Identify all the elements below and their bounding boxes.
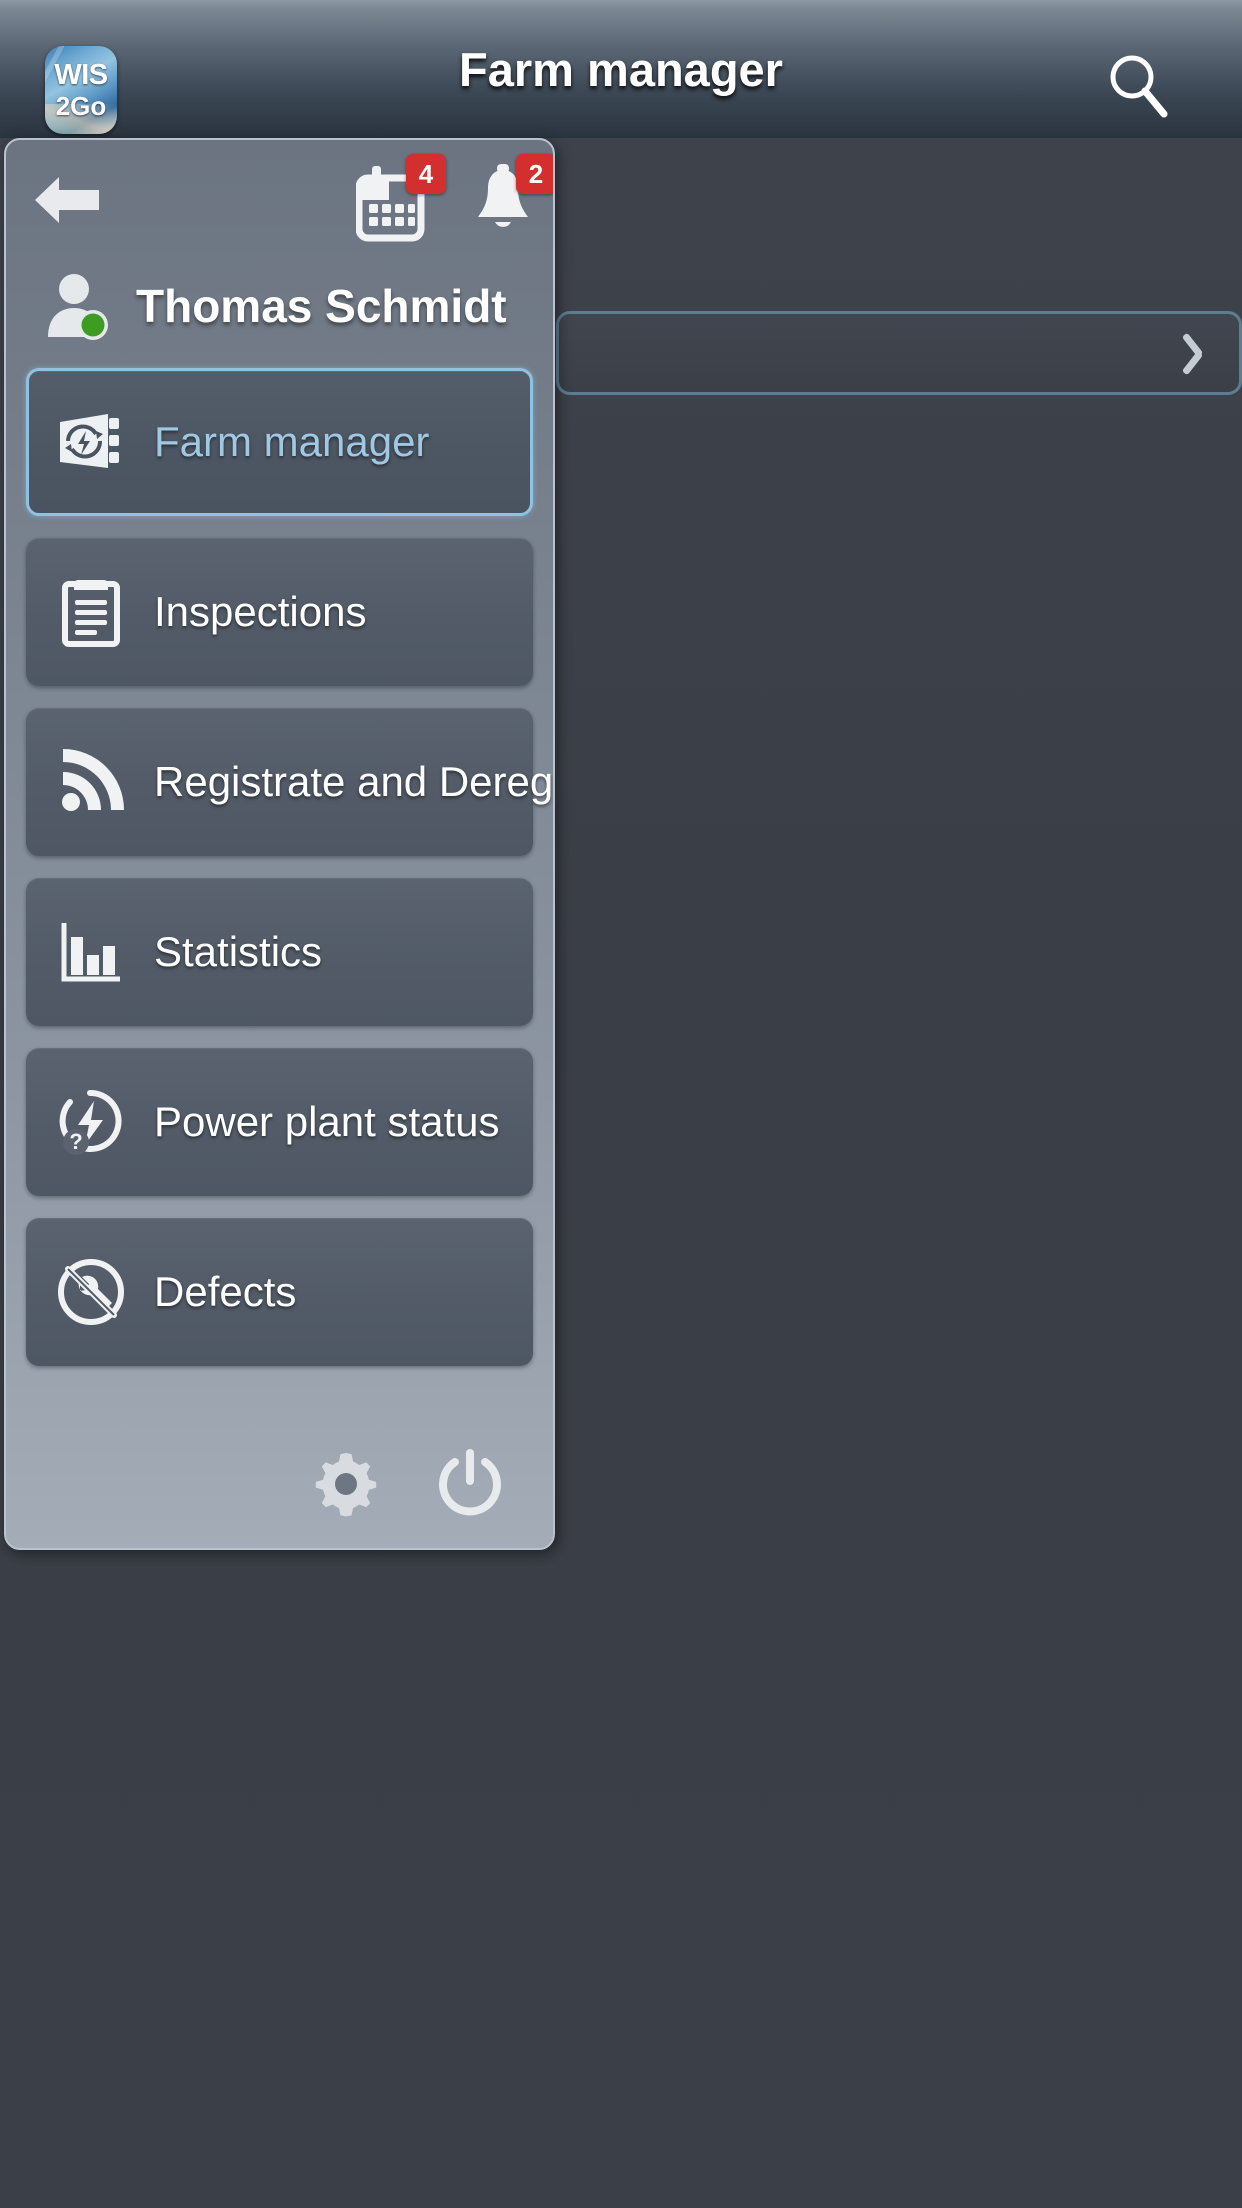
online-status-dot [81,313,105,337]
drawer-footer [6,1420,553,1548]
page-title: Farm manager [459,42,783,96]
power-icon [439,1449,501,1516]
farm-manager-icon [56,407,126,477]
content-list-row[interactable] [556,311,1242,395]
chevron-right-icon [1183,330,1209,376]
calendar-badge: 4 [406,154,446,194]
notifications-button[interactable]: 2 [468,154,553,240]
wrench-defect-icon [56,1257,126,1327]
search-icon [1110,55,1168,118]
power-plant-status-icon: ? [56,1087,126,1157]
sidebar-item-power-plant-status[interactable]: ? Power plant status [26,1048,533,1196]
logo-line-1: WIS [54,59,108,91]
user-profile-row[interactable]: Thomas Schmidt [6,258,553,354]
rss-signal-icon [56,747,126,817]
sidebar-item-farm-manager[interactable]: Farm manager [26,368,533,516]
clipboard-icon [56,577,126,647]
sidebar-item-label: Farm manager [154,418,430,465]
svg-text:?: ? [69,1129,82,1154]
sidebar-item-inspections[interactable]: Inspections [26,538,533,686]
notifications-badge: 2 [516,154,553,194]
app-header: WIS 2Go Farm manager [0,0,1242,138]
sidebar-item-statistics[interactable]: Statistics [26,878,533,1026]
sidebar-item-defects[interactable]: Defects [26,1218,533,1366]
back-button[interactable] [33,172,101,228]
logo-line-2: 2Go [55,91,107,121]
app-root: WIS 2Go Farm manager 4 2 Thomas Schmidt … [0,0,1242,2208]
bar-chart-icon [56,917,126,987]
user-avatar-icon [48,274,108,340]
avatar [44,271,114,341]
settings-button[interactable] [309,1447,383,1521]
drawer-menu: Farm manager Inspections Registrate and … [6,354,553,1366]
sidebar-item-registrate-deregistrate[interactable]: Registrate and Deregi... [26,708,553,856]
drawer-header: 4 2 [6,140,553,258]
search-button[interactable] [1096,44,1182,130]
sidebar-item-label: Inspections [154,588,367,635]
user-name: Thomas Schmidt [136,280,507,332]
calendar-button[interactable]: 4 [356,154,446,242]
sidebar-item-label: Power plant status [154,1098,500,1145]
sidebar-item-label: Registrate and Deregi... [154,758,555,805]
navigation-drawer: 4 2 Thomas Schmidt Farm manager Inspecti… [4,138,555,1550]
power-button[interactable] [433,1447,507,1521]
sidebar-item-label: Defects [154,1268,297,1315]
sidebar-item-label: Statistics [154,928,323,975]
gear-icon [315,1453,377,1517]
back-arrow-icon [35,177,99,223]
